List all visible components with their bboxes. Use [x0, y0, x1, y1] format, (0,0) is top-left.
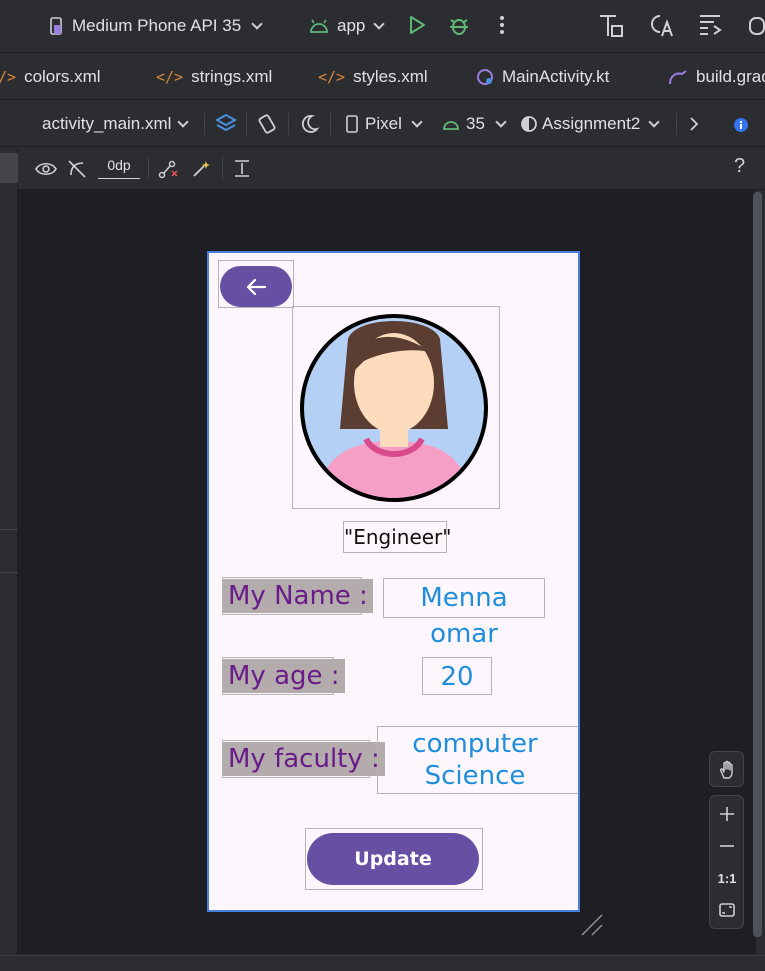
resize-handle-icon[interactable]: [580, 913, 604, 937]
name-value: Menna omar: [420, 583, 508, 649]
info-icon[interactable]: [733, 117, 749, 133]
rotate-icon[interactable]: [256, 113, 278, 135]
gradle-icon: [669, 70, 687, 85]
help-icon[interactable]: ?: [734, 155, 745, 178]
tab-label: MainActivity.kt: [502, 67, 610, 86]
profile-avatar: [300, 314, 488, 502]
phone-icon: [346, 115, 358, 133]
chevron-down-icon: [177, 116, 190, 128]
chevron-right-icon[interactable]: [689, 117, 699, 131]
clear-constraints-icon[interactable]: [158, 159, 178, 179]
fit-screen-icon: [719, 903, 735, 917]
device-preview-label: Pixel: [365, 114, 402, 133]
chevron-down-icon: [373, 18, 386, 30]
age-label: My age :: [223, 659, 345, 693]
kotlin-activity-icon: [477, 69, 493, 85]
layout-inspector-icon[interactable]: [598, 12, 624, 38]
xml-file-icon: </>: [156, 68, 184, 86]
chevron-down-icon: [411, 116, 423, 128]
run-config-selector[interactable]: app: [309, 12, 386, 40]
layers-icon[interactable]: [215, 113, 237, 135]
theme-icon: [521, 116, 537, 132]
faculty-value: computer Science: [412, 729, 538, 791]
canvas-scrollbar[interactable]: [753, 192, 762, 937]
default-margin-field[interactable]: 0dp: [98, 157, 140, 179]
layout-file-label: activity_main.xml: [42, 114, 172, 133]
theme-label: Assignment2: [542, 114, 641, 133]
chevron-down-icon: [648, 116, 660, 128]
tab-styles-xml[interactable]: </> styles.xml: [318, 53, 428, 101]
default-margin-value: 0dp: [107, 157, 131, 173]
plus-icon: [720, 807, 734, 821]
run-config-label: app: [337, 16, 366, 35]
bug-report-icon[interactable]: [746, 12, 765, 38]
view-options-toolbar: 0dp ?: [0, 147, 765, 190]
title-text: "Engineer": [343, 521, 451, 553]
night-mode-icon[interactable]: [298, 113, 320, 135]
diff-icon[interactable]: [698, 12, 724, 38]
update-button[interactable]: Update: [307, 833, 479, 885]
arrow-back-icon: [246, 278, 267, 295]
api-level-label: 35: [466, 114, 485, 133]
age-value: 20: [440, 662, 474, 692]
device-preview-selector[interactable]: Pixel: [346, 101, 423, 147]
xml-file-icon: />: [0, 68, 17, 86]
zoom-in-button[interactable]: [710, 798, 744, 830]
eye-icon[interactable]: [34, 159, 58, 179]
tab-label: build.grad: [696, 67, 765, 86]
autoconnect-off-icon[interactable]: [67, 159, 87, 179]
device-selector[interactable]: Medium Phone API 35: [48, 12, 263, 40]
zoom-out-button[interactable]: [710, 830, 744, 862]
zoom-fit-button[interactable]: [710, 894, 744, 926]
run-icon[interactable]: [408, 15, 426, 35]
tab-strings-xml[interactable]: </> strings.xml: [156, 53, 272, 101]
chevron-down-icon: [495, 116, 507, 128]
device-selector-label: Medium Phone API 35: [72, 16, 242, 35]
phone-device-icon: [50, 17, 62, 35]
android-icon: [443, 121, 459, 130]
design-toolbar: activity_main.xml Pixel 35 Assignment2: [0, 101, 765, 147]
editor-tabs: /> colors.xml </> strings.xml </> styles…: [0, 52, 765, 100]
tab-build-gradle[interactable]: build.grad: [668, 53, 765, 101]
translate-icon[interactable]: [648, 12, 674, 38]
xml-file-icon: </>: [318, 68, 346, 86]
chevron-down-icon: [251, 18, 263, 30]
api-level-selector[interactable]: 35: [442, 101, 507, 147]
name-label: My Name :: [223, 579, 373, 613]
minus-icon: [720, 845, 734, 847]
tab-label: colors.xml: [24, 67, 101, 86]
debug-icon[interactable]: [448, 14, 470, 36]
zoom-panel: 1:1: [709, 795, 744, 929]
more-options-icon[interactable]: [498, 14, 506, 36]
tab-colors-xml[interactable]: /> colors.xml: [0, 53, 101, 101]
layout-file-selector[interactable]: activity_main.xml: [42, 101, 190, 147]
back-button[interactable]: [220, 266, 292, 307]
theme-selector[interactable]: Assignment2: [520, 101, 660, 147]
tab-label: strings.xml: [191, 67, 273, 86]
faculty-label: My faculty :: [223, 742, 385, 776]
tab-label: styles.xml: [353, 67, 428, 86]
guidelines-icon[interactable]: [233, 159, 253, 179]
tab-mainactivity-kt[interactable]: MainActivity.kt: [476, 53, 609, 101]
left-tool-strip: [0, 147, 18, 955]
hand-pan-icon[interactable]: [718, 760, 738, 780]
status-bar: [0, 955, 765, 971]
infer-constraints-icon[interactable]: [191, 159, 211, 179]
zoom-reset-label: 1:1: [717, 870, 737, 886]
phone-screen-preview[interactable]: "Engineer" My Name : Menna omar My age :…: [207, 251, 580, 912]
main-toolbar: Medium Phone API 35 app: [0, 0, 765, 52]
zoom-reset-button[interactable]: 1:1: [710, 862, 744, 894]
android-icon: [310, 19, 328, 33]
update-button-label: Update: [354, 848, 432, 870]
pan-tool-panel: [709, 751, 744, 787]
